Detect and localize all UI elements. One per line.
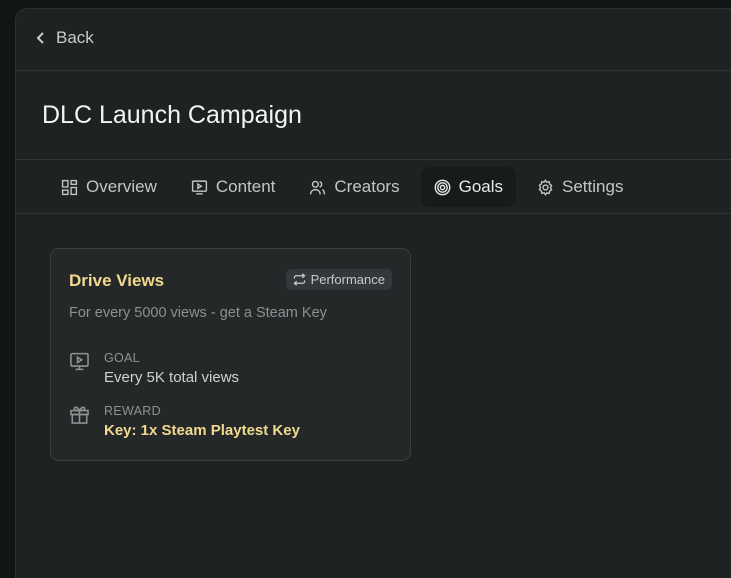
gift-icon bbox=[70, 406, 89, 424]
tab-label: Overview bbox=[86, 177, 157, 196]
performance-badge: Performance bbox=[285, 269, 392, 290]
gear-icon bbox=[538, 178, 553, 196]
tab-bar: Overview Content Creators Goals Settings bbox=[48, 167, 636, 207]
reward-row: REWARD Key: 1x Steam Playtest Key bbox=[69, 404, 300, 439]
badge-label: Performance bbox=[310, 272, 385, 287]
goal-label: GOAL bbox=[104, 351, 140, 365]
tab-creators[interactable]: Creators bbox=[296, 167, 412, 207]
chevron-left-icon bbox=[36, 32, 44, 44]
reward-label: REWARD bbox=[104, 404, 161, 418]
monitor-play-icon bbox=[70, 352, 89, 371]
goal-row: GOAL Every 5K total views bbox=[69, 351, 239, 386]
reward-value: Key: 1x Steam Playtest Key bbox=[104, 422, 300, 439]
back-button[interactable]: Back bbox=[36, 28, 94, 48]
target-icon bbox=[434, 179, 451, 195]
goal-card[interactable]: Drive Views Performance For every 5000 v… bbox=[50, 248, 411, 461]
divider bbox=[16, 159, 731, 160]
tab-settings[interactable]: Settings bbox=[524, 167, 636, 207]
repeat-icon bbox=[293, 273, 306, 286]
tab-overview[interactable]: Overview bbox=[48, 167, 170, 207]
tab-label: Goals bbox=[458, 177, 504, 196]
back-label: Back bbox=[56, 28, 94, 47]
goal-title: Drive Views bbox=[69, 271, 165, 290]
goal-value: Every 5K total views bbox=[104, 369, 240, 386]
main-panel: Back DLC Launch Campaign Overview Conten… bbox=[15, 8, 731, 578]
tab-label: Creators bbox=[334, 177, 400, 196]
tab-label: Content bbox=[215, 177, 276, 196]
tab-label: Settings bbox=[562, 177, 624, 196]
divider bbox=[16, 213, 731, 214]
divider bbox=[16, 70, 731, 71]
grid-icon bbox=[61, 179, 78, 195]
users-icon bbox=[310, 180, 326, 194]
tab-goals[interactable]: Goals bbox=[420, 167, 517, 207]
page-title: DLC Launch Campaign bbox=[42, 101, 302, 129]
tab-content[interactable]: Content bbox=[178, 167, 289, 207]
goal-description: For every 5000 views - get a Steam Key bbox=[69, 305, 327, 321]
monitor-play-icon bbox=[191, 179, 207, 195]
